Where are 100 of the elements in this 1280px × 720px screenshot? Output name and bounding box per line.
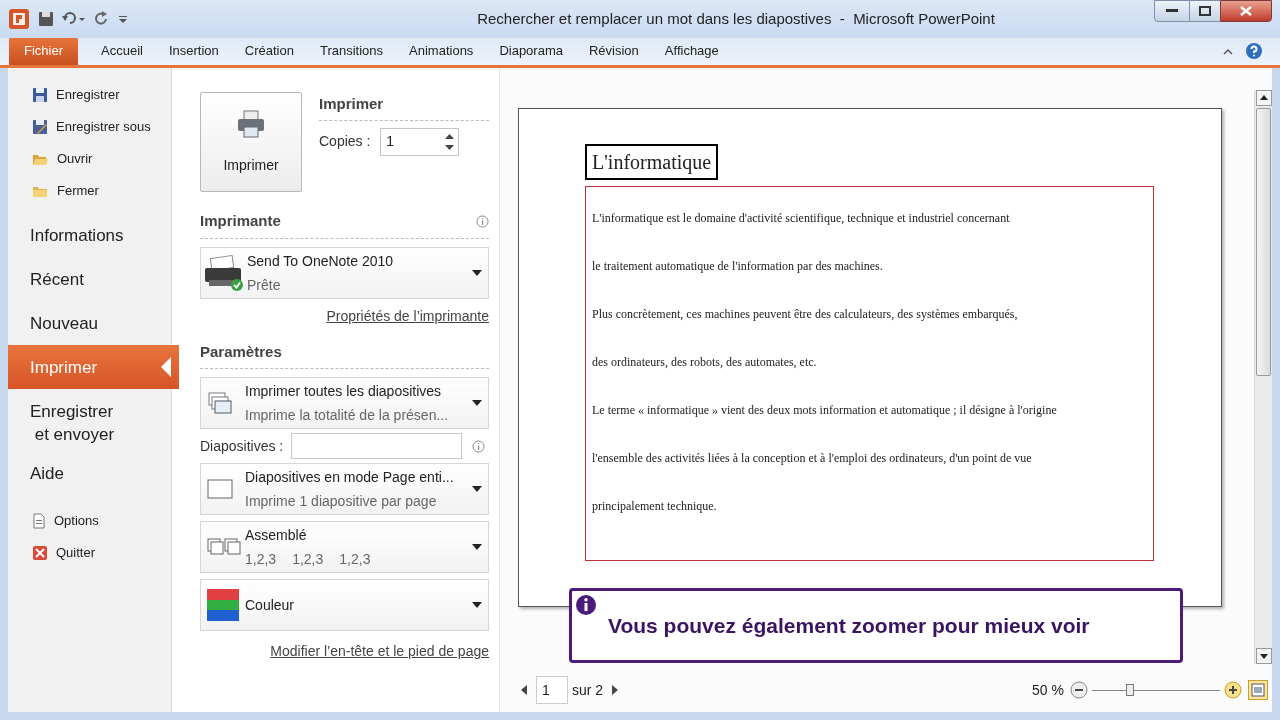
dropdown-caret-icon [472,544,482,550]
printer-ready-icon [203,252,245,293]
color-bars-icon [207,589,239,621]
zoom-out-icon[interactable] [1070,681,1088,699]
minimize-button[interactable] [1154,0,1190,22]
slide-text-line: L'informatique est le domaine d'activité scientifique, technique et industriel concernant [592,210,1011,227]
info-icon[interactable] [476,214,489,228]
save-icon[interactable] [38,11,54,27]
zoom-percentage: 50 % [1032,680,1064,700]
dropdown-subtitle: 1,2,3 [339,550,371,569]
printer-status: Prête [247,275,282,295]
zoom-slider-thumb[interactable] [1126,684,1135,696]
slide-text-line: Le terme « informatique » vient des deux mots information et automatique ; il désigne à l'origine [592,402,1058,419]
fit-page-icon[interactable] [1248,680,1268,700]
app-logo-icon[interactable] [8,8,30,30]
nav-item[interactable]: Aide [8,451,171,495]
dropdown-title: Diapositives en mode Page enti... [245,468,455,487]
slide-text-line: l'ensemble des activités liées à la conception et à l'emploi des ordinateurs, d'un point de vue [592,450,1033,467]
close-icon [1240,6,1252,16]
dropdown-title: Couleur [245,596,296,615]
nav-item[interactable]: Quitter [8,537,171,569]
close-button[interactable] [1220,0,1272,22]
dropdown-caret-icon [472,400,482,406]
section-heading: Imprimer [319,92,489,121]
stacked-pages-icon [207,391,233,415]
copies-label: Copies : [319,132,371,151]
nav-item[interactable]: Ouvrir [8,143,171,175]
slides-label: Diapositives : [200,436,284,456]
section-heading: Imprimante [200,211,281,231]
nav-item[interactable]: Enregistrer sous [8,111,171,143]
maximize-button[interactable] [1190,0,1220,22]
scroll-thumb[interactable] [1256,108,1271,376]
ribbon-tab[interactable]: Diaporama [486,37,576,65]
collapse-ribbon-icon[interactable] [1223,47,1233,55]
next-page-icon[interactable] [611,685,620,695]
settings-dropdown[interactable]: Couleur [200,579,489,631]
settings-dropdown[interactable]: Diapositives en mode Page enti... Imprime 1 diapositive par page [200,463,489,515]
scroll-down-icon[interactable] [1255,648,1272,664]
settings-dropdown[interactable]: Imprimer toutes les diapositives Imprime la totalité de la présen... [200,377,489,429]
nav-item[interactable]: Informations [8,213,171,257]
dropdown-title: Assemblé [245,526,308,545]
settings-dropdown[interactable]: Assemblé 1,2,3 1,2,3 1,2,3 [200,521,489,573]
collated-pages-icon [207,538,241,556]
slides-input[interactable] [291,433,463,459]
scroll-up-icon[interactable] [1255,90,1272,106]
tip-text: Vous pouvez également zoomer pour mieux voir [608,612,1090,639]
printer-icon [236,108,266,139]
nav-item[interactable]: Enregistrer et envoyer [8,389,171,451]
close-icon [32,545,48,561]
floppy-pencil-icon [32,119,48,135]
dropdown-title: Imprimer toutes les diapositives [245,382,443,401]
section-heading: Paramètres [200,340,489,369]
slide-title: L'informatique [585,144,719,180]
dropdown-caret-icon [472,269,482,276]
previous-page-icon[interactable] [520,685,528,695]
nav-item[interactable]: Imprimer [8,345,179,389]
info-icon[interactable] [472,439,486,453]
undo-icon[interactable] [62,11,86,27]
zoom-slider[interactable] [1092,684,1220,696]
nav-item[interactable]: Options [8,505,171,537]
dropdown-subtitle: 1,2,3 [292,550,324,569]
ribbon-tab[interactable]: Insertion [155,37,232,65]
dropdown-caret-icon [472,486,482,492]
nav-item[interactable]: Enregistrer [8,79,171,111]
nav-item[interactable]: Fermer [8,175,171,207]
printer-name: Send To OneNote 2010 [247,251,395,271]
nav-item[interactable]: Récent [8,257,171,301]
ribbon-tab[interactable]: Affichage [651,37,732,65]
dropdown-subtitle: Imprime la totalité de la présen... [245,406,449,425]
document-icon [32,513,46,529]
page-total: sur 2 [572,680,604,700]
ribbon-tab[interactable]: Accueil [88,37,156,65]
ribbon-tab[interactable]: Fichier [9,37,78,65]
dropdown-subtitle: Imprime 1 diapositive par page [245,492,437,511]
slide-text-line: principalement technique. [592,498,718,515]
maximize-icon [1199,6,1211,16]
vertical-scrollbar[interactable] [1254,90,1272,664]
help-icon[interactable] [1245,42,1263,60]
slide-text-line: Plus concrètement, ces machines peuvent être des calculateurs, des systèmes embarqués, [592,306,1019,323]
ribbon-tab[interactable]: Transitions [306,37,397,65]
dropdown-subtitle: 1,2,3 [245,550,277,569]
window-title: Rechercher et remplacer un mot dans les diapostives - Microsoft PowerPoint [476,8,995,29]
page-number-field[interactable]: 1 [536,676,568,704]
selection-notch [161,357,171,377]
customize-caret-icon[interactable] [118,13,128,25]
print-button[interactable]: Imprimer [200,92,302,192]
copies-spinner[interactable]: 1 [380,127,460,156]
ribbon-tab[interactable]: Création [231,37,307,65]
nav-item[interactable]: Nouveau [8,301,171,345]
ribbon-tab[interactable]: Révision [575,37,652,65]
printer-properties-link[interactable]: Propriétés de l’imprimante [326,305,489,327]
redo-icon[interactable] [94,11,110,27]
header-footer-link[interactable]: Modifier l’en-tête et le pied de page [270,641,489,662]
ribbon-tab[interactable]: Animations [396,37,487,65]
minimize-icon [1166,9,1178,13]
dropdown-caret-icon [472,602,482,608]
zoom-in-icon[interactable] [1224,681,1242,699]
printer-dropdown[interactable]: Send To OneNote 2010 Prête [200,246,489,299]
slide-text-line: des ordinateurs, des robots, des automates, etc. [592,354,818,371]
spin-arrows-icon[interactable] [445,131,455,152]
